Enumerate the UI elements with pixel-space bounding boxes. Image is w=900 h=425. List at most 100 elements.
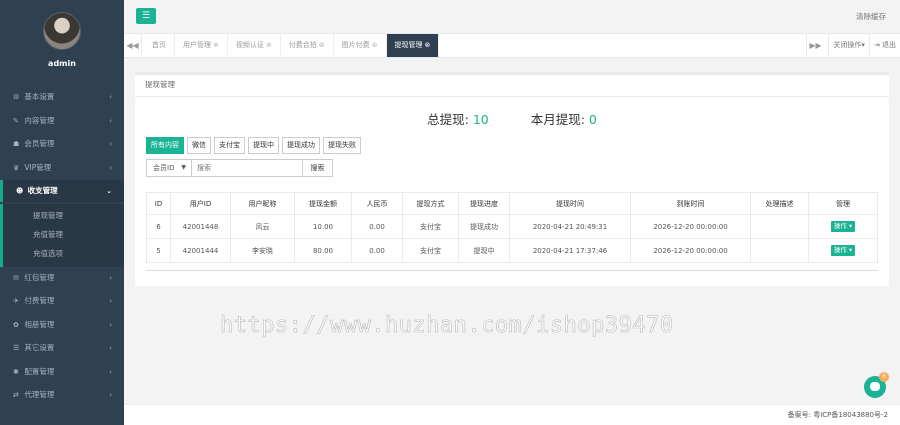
tab-image-paid[interactable]: 图片付费 ⊗ [334,34,387,57]
search-input[interactable] [192,159,303,177]
sidebar-item-config[interactable]: ✱ 配置管理 ‹ [0,361,124,383]
gear-icon: ⚙ [13,93,20,101]
sidebar-item-basic-settings[interactable]: ⚙ 基本设置 ‹ [0,86,124,108]
cell-id: 5 [146,238,171,263]
watermark: https://www.huzhan.com/ishop39470 [220,313,674,339]
filter-failed-button[interactable]: 提现失败 [323,137,361,154]
caret-down-icon: ▼ [181,164,186,171]
col-nickname: 用户昵称 [230,192,295,215]
col-description: 处理描述 [750,192,809,215]
cell-description [750,214,809,239]
sidebar-item-vip[interactable]: ♛ VIP管理 ‹ [0,157,124,179]
cell-nickname: 风云 [230,214,295,239]
clear-cache-link[interactable]: 清除缓存 [856,11,886,22]
icp-record[interactable]: 备案号: 粤ICP备18043880号-2 [788,410,888,420]
vip-icon: ♛ [13,163,20,172]
tab-paid-photo[interactable]: 付费合拍 ⊗ [281,34,334,57]
operation-dropdown-button[interactable]: 操作 ▾ [830,245,856,256]
close-icon[interactable]: ⊗ [372,41,378,49]
menu-toggle-button[interactable]: ☰ [136,8,156,24]
close-icon[interactable]: ⊗ [319,41,325,49]
sidebar-item-label: 代理管理 [24,390,55,399]
panel-title: 提现管理 [135,75,889,97]
avatar[interactable] [43,12,81,50]
month-withdraw-value: 0 [588,112,597,127]
sidebar-item-members[interactable]: ☗ 会员管理 ‹ [0,133,124,155]
col-method: 提现方式 [402,192,459,215]
admin-name[interactable]: admin [0,59,124,68]
tab-actions: 关闭操作▾ ⇥ 退出 [828,34,900,57]
logout-button[interactable]: ⇥ 退出 [868,34,900,57]
month-withdraw-label: 本月提现: [530,112,585,127]
total-withdraw-label: 总提现: [427,112,469,127]
table-header-row: ID 用户ID 用户昵称 提现金额 人民币 提现方式 提现进度 提现时间 到账时… [146,192,878,215]
tab-label: 提现管理 [394,41,423,49]
sidebar-item-label: VIP管理 [24,162,52,172]
chat-button[interactable]: 6 [864,372,889,398]
sidebar-item-other[interactable]: ☰ 其它设置 ‹ [0,337,124,359]
col-id: ID [146,192,171,215]
filter-alipay-button[interactable]: 支付宝 [214,137,245,154]
tab-withdraw-management[interactable]: 提现管理 ⊗ [386,34,440,57]
sidebar-item-agent[interactable]: ⇄ 代理管理 ‹ [0,384,124,406]
tab-label: 付费合拍 [288,41,317,49]
withdraw-stats: 总提现: 10 本月提现: 0 [135,109,889,128]
sidebar-item-label: 会员管理 [24,139,55,148]
tab-label: 首页 [152,41,166,49]
sidebar-item-label: 红包管理 [24,272,55,282]
filter-pending-button[interactable]: 提现中 [248,137,279,154]
close-icon[interactable]: ⊗ [213,41,219,49]
filter-all-button[interactable]: 所有内容 [146,137,184,154]
search-button[interactable]: 搜索 [303,159,333,177]
caret-down-icon: ▾ [848,222,853,230]
sidebar-item-label: 配置管理 [24,366,55,376]
tab-video-auth[interactable]: 视频认证 ⊗ [228,34,281,57]
close-icon[interactable]: ⊗ [266,41,272,49]
sidebar-item-paid[interactable]: ✈ 付费管理 ‹ [0,290,124,312]
filter-wechat-button[interactable]: 微信 [187,137,211,154]
operation-label: 操作 [833,222,847,230]
withdraw-table: ID 用户ID 用户昵称 提现金额 人民币 提现方式 提现进度 提现时间 到账时… [146,192,878,263]
cell-withdraw-time: 2020-04-21 20:49:31 [509,214,631,239]
filter-success-button[interactable]: 提现成功 [282,137,320,154]
tab-user-management[interactable]: 用户管理 ⊗ [175,34,228,57]
sidebar-item-redpacket[interactable]: ✉ 红包管理 ‹ [0,267,124,289]
tab-home[interactable]: 首页 [144,34,175,57]
chevron-left-icon: ‹ [109,116,112,125]
cart-icon: ✈ [13,297,19,305]
cell-amount: 10.00 [294,214,352,239]
edit-icon: ✎ [13,116,19,125]
sidebar-item-album[interactable]: ✿ 相册管理 ‹ [0,314,124,336]
subnav-item-recharge-options[interactable]: 充值选项 [3,244,124,263]
search-row: 会员ID ▼ 搜索 [146,159,333,177]
users-icon: ☗ [13,140,20,148]
config-icon: ✱ [13,367,19,376]
close-icon[interactable]: ⊗ [425,41,431,49]
sidebar-item-finance[interactable]: ☻ 收支管理 ⌄ [0,180,124,202]
close-operations-dropdown[interactable]: 关闭操作▾ [828,34,869,57]
operation-dropdown-button[interactable]: 操作 ▾ [830,221,856,232]
other-icon: ☰ [13,344,20,352]
caret-down-icon: ▾ [861,41,865,49]
filter-buttons: 所有内容 微信 支付宝 提现中 提现成功 提现失败 [146,137,361,154]
tab-scroll-left-button[interactable]: ◀◀ [124,34,142,57]
cell-arrival-time: 2026-12-20 00:00:00 [630,238,751,263]
sidebar-item-label: 基本设置 [24,92,55,101]
panel-divider [146,270,878,271]
chevron-left-icon: ‹ [109,273,112,282]
sidebar: admin ⚙ 基本设置 ‹ ✎ 内容管理 ‹ ☗ 会员管理 ‹ ♛ VIP管理 ‹ ☻… [0,0,124,425]
sidebar-item-label: 收支管理 [27,186,58,195]
cell-id: 6 [146,214,171,239]
col-withdraw-time: 提现时间 [509,192,631,215]
cell-status: 提现成功 [458,214,510,239]
cell-nickname: 李安晓 [230,238,295,263]
tab-scroll-right-button[interactable]: ▶▶ [806,34,824,57]
subnav-item-recharge[interactable]: 充值管理 [3,225,124,244]
subnav-item-withdraw[interactable]: 提现管理 [3,206,124,225]
sidebar-item-content[interactable]: ✎ 内容管理 ‹ [0,110,124,132]
search-field-select[interactable]: 会员ID ▼ [146,159,192,177]
col-manage: 管理 [808,192,878,215]
cell-amount: 80.00 [294,238,352,263]
cell-description [750,238,809,263]
cell-rmb: 0.00 [351,214,403,239]
